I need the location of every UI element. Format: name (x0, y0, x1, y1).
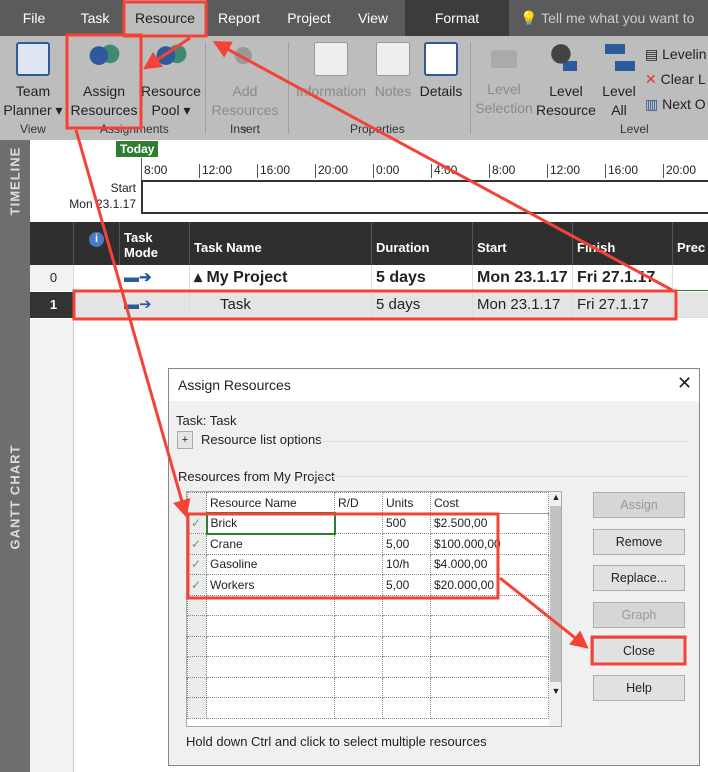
highlight-assign-resources (65, 33, 143, 130)
arrow (143, 36, 191, 70)
annotation-overlay (65, 0, 687, 666)
highlight-close-button (590, 635, 687, 666)
highlight-task-row (72, 289, 678, 321)
highlight-resources (186, 512, 500, 600)
highlight-resource-tab (122, 0, 208, 38)
arrow (74, 129, 191, 518)
arrow (212, 41, 673, 292)
arrow (499, 576, 589, 649)
